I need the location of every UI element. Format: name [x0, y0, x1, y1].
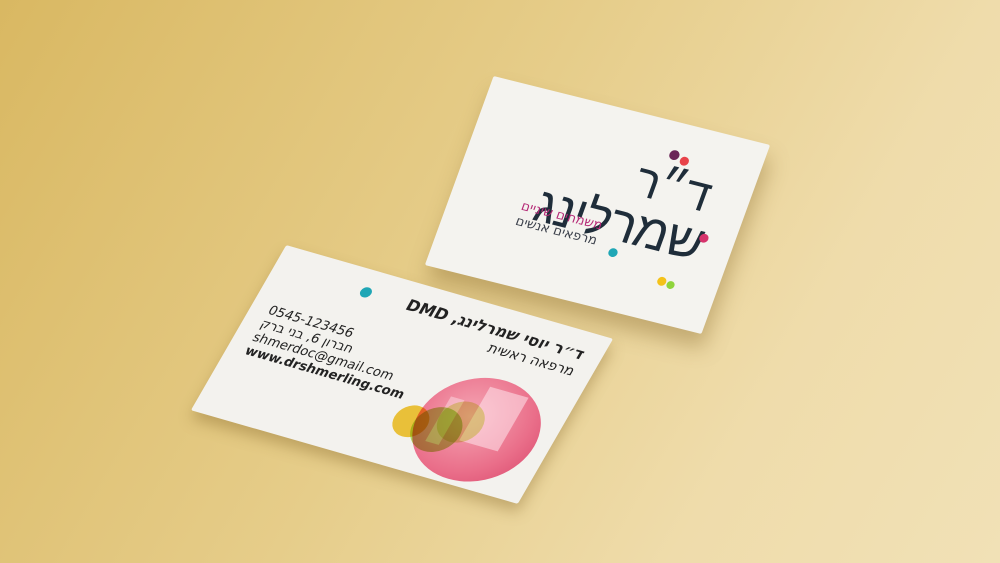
- logo-dot-green: [665, 280, 676, 290]
- logo-business-card: ד״ר שמרלינג משמחים שיניים מרפאים אנשים: [424, 76, 771, 334]
- info-dot-teal: [357, 285, 375, 299]
- scene: ד״ר שמרלינג משמחים שיניים מרפאים אנשים ד…: [0, 0, 1000, 563]
- info-name-block: ד״ר יוסי שמרלינג, DMD מרפאה ראשית: [393, 296, 588, 380]
- logo: ד״ר שמרלינג משמחים שיניים מרפאים אנשים: [498, 131, 727, 300]
- logo-dot-teal: [607, 247, 619, 258]
